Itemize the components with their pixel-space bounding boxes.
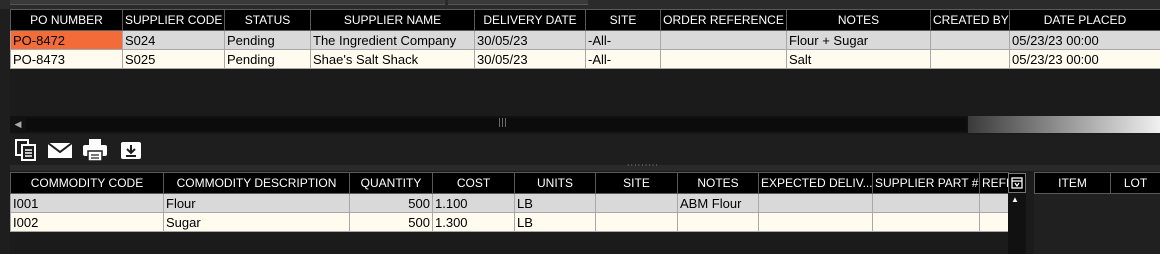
table-row[interactable]: I001 Flour 500 1.100 LB ABM Flour	[10, 193, 1009, 213]
table-row[interactable]: PO-8473 S025 Pending Shae's Salt Shack 30/05…	[10, 49, 1160, 69]
scroll-grip-icon[interactable]: |||	[498, 118, 507, 128]
po-grid-body: PO-8472 S024 Pending The Ingredient Company…	[10, 30, 1160, 69]
line-grid-column-header[interactable]: SITE	[595, 172, 678, 194]
po-grid-column-header[interactable]: SUPPLIER NAME	[310, 9, 475, 31]
table-cell[interactable]: 500	[349, 193, 433, 213]
table-cell[interactable]: 30/05/23	[474, 30, 586, 50]
table-cell[interactable]: ABM Flour	[677, 193, 759, 213]
table-cell[interactable]	[930, 30, 1010, 50]
line-grid-column-header[interactable]: COMMODITY CODE	[10, 172, 164, 194]
table-cell[interactable]: 30/05/23	[474, 49, 586, 69]
line-grid-column-header[interactable]: COMMODITY DESCRIPTION	[163, 172, 350, 194]
column-chooser-button[interactable]	[1008, 173, 1026, 193]
po-grid-header: PO NUMBER SUPPLIER CODE STATUS SUPPLIER NAM…	[10, 9, 1160, 31]
po-grid-column-header[interactable]: PO NUMBER	[10, 9, 123, 31]
side-grid-column-header[interactable]: LOT	[1110, 172, 1160, 194]
table-cell[interactable]: Salt	[786, 49, 931, 69]
table-cell[interactable]	[872, 212, 980, 232]
table-cell[interactable]	[758, 193, 873, 213]
table-row[interactable]: I002 Sugar 500 1.300 LB	[10, 212, 1009, 232]
po-grid-column-header[interactable]: NOTES	[786, 9, 931, 31]
table-cell[interactable]: Flour	[163, 193, 350, 213]
line-grid-body: I001 Flour 500 1.100 LB ABM Flour I002 Sugar 500…	[10, 193, 1009, 232]
table-cell[interactable]	[872, 193, 980, 213]
table-cell[interactable]: Pending	[224, 49, 311, 69]
table-cell[interactable]	[595, 193, 678, 213]
copy-button[interactable]	[12, 137, 40, 163]
po-grid-column-header[interactable]: SITE	[585, 9, 661, 31]
table-cell[interactable]	[979, 193, 1009, 213]
table-cell[interactable]: 05/23/23 00:00	[1009, 30, 1160, 50]
scroll-left-icon[interactable]: ◀	[12, 118, 24, 130]
line-grid-column-header[interactable]: SUPPLIER PART #	[872, 172, 980, 194]
table-cell[interactable]: I002	[10, 212, 164, 232]
po-grid-column-header[interactable]: DATE PLACED	[1009, 9, 1160, 31]
table-cell[interactable]: 1.300	[432, 212, 515, 232]
line-grid-column-header[interactable]: QUANTITY	[349, 172, 433, 194]
table-cell[interactable]	[979, 212, 1009, 232]
table-cell[interactable]: S024	[122, 30, 225, 50]
table-cell[interactable]	[930, 49, 1010, 69]
line-grid-column-header[interactable]: REFE	[979, 172, 1009, 194]
po-grid-column-header[interactable]: SUPPLIER CODE	[122, 9, 225, 31]
table-cell[interactable]: LB	[514, 212, 596, 232]
toolbar	[10, 135, 1160, 165]
table-cell[interactable]	[677, 212, 759, 232]
po-grid-column-header[interactable]: CREATED BY	[930, 9, 1010, 31]
table-cell[interactable]: S025	[122, 49, 225, 69]
line-grid-column-header[interactable]: UNITS	[514, 172, 596, 194]
po-grid-column-header[interactable]: ORDER REFERENCE	[660, 9, 787, 31]
table-cell[interactable]: The Ingredient Company	[310, 30, 475, 50]
table-cell[interactable]: Pending	[224, 30, 311, 50]
po-grid-column-header[interactable]: STATUS	[224, 9, 311, 31]
line-grid-column-header[interactable]: NOTES	[677, 172, 759, 194]
line-grid-vertical-scrollbar[interactable]: ▲	[1008, 193, 1026, 254]
table-cell[interactable]: 500	[349, 212, 433, 232]
table-cell[interactable]: PO-8473	[10, 49, 123, 69]
email-button[interactable]	[46, 137, 74, 163]
scrollbar-thumb[interactable]	[968, 116, 1160, 133]
download-icon	[121, 142, 141, 159]
commodity-lines-grid: COMMODITY CODE COMMODITY DESCRIPTION QUANT…	[10, 172, 1009, 232]
table-cell[interactable]: PO-8472	[10, 30, 123, 50]
table-cell[interactable]	[660, 49, 787, 69]
copy-icon	[15, 139, 36, 161]
po-grid-horizontal-scrollbar[interactable]: ◀ |||	[10, 116, 1160, 133]
table-cell[interactable]	[758, 212, 873, 232]
table-cell[interactable]	[595, 212, 678, 232]
table-cell[interactable]	[660, 30, 787, 50]
email-icon	[47, 142, 73, 158]
table-row[interactable]: PO-8472 S024 Pending The Ingredient Company…	[10, 30, 1160, 50]
side-grid-column-header[interactable]: ITEM	[1034, 172, 1111, 194]
table-cell[interactable]: Flour + Sugar	[786, 30, 931, 50]
line-grid-column-header[interactable]: EXPECTED DELIV...	[758, 172, 873, 194]
scrollbar-track[interactable]	[26, 118, 966, 131]
download-button[interactable]	[117, 137, 145, 163]
table-cell[interactable]: Sugar	[163, 212, 350, 232]
purchase-order-grid: PO NUMBER SUPPLIER CODE STATUS SUPPLIER NAM…	[10, 9, 1160, 69]
print-button[interactable]	[81, 137, 109, 163]
column-chooser-icon	[1011, 177, 1023, 189]
table-cell[interactable]: -All-	[585, 30, 661, 50]
table-cell[interactable]: Shae's Salt Shack	[310, 49, 475, 69]
line-grid-header: COMMODITY CODE COMMODITY DESCRIPTION QUANT…	[10, 172, 1009, 194]
table-cell[interactable]: I001	[10, 193, 164, 213]
line-grid-column-header[interactable]: COST	[432, 172, 515, 194]
top-strip	[0, 0, 1160, 9]
side-grid-header: ITEM LOT	[1034, 172, 1160, 194]
scroll-up-icon[interactable]: ▲	[1011, 195, 1019, 204]
table-cell[interactable]: 1.100	[432, 193, 515, 213]
item-lot-grid: ITEM LOT	[1034, 172, 1160, 194]
po-grid-column-header[interactable]: DELIVERY DATE	[474, 9, 586, 31]
splitter-grip-icon[interactable]: ·········	[627, 161, 659, 170]
print-icon	[83, 139, 107, 162]
table-cell[interactable]: 05/23/23 00:00	[1009, 49, 1160, 69]
table-cell[interactable]: LB	[514, 193, 596, 213]
top-tab[interactable]	[448, 0, 588, 5]
top-tab[interactable]	[10, 0, 445, 5]
table-cell[interactable]: -All-	[585, 49, 661, 69]
